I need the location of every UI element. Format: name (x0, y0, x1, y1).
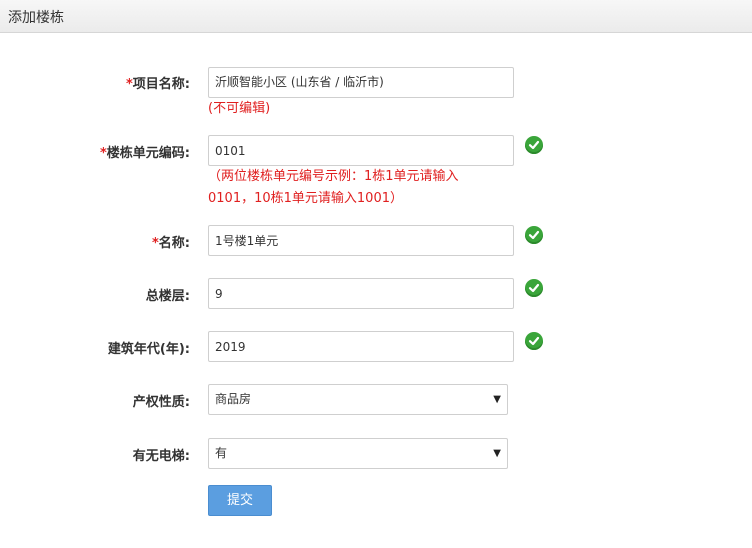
title-bar: 添加楼栋 (0, 0, 752, 33)
check-circle-icon (525, 279, 543, 297)
required-mark: * (99, 146, 107, 161)
check-circle-icon (525, 226, 543, 244)
required-mark: * (151, 236, 159, 251)
caret-down-icon: ▼ (493, 448, 501, 459)
page-title: 添加楼栋 (8, 10, 64, 26)
total-floors-label: 总楼层: (145, 289, 190, 304)
elevator-select[interactable]: 有 ▼ (208, 438, 508, 469)
required-mark: * (125, 77, 133, 92)
property-type-label: 产权性质: (132, 395, 190, 410)
submit-button[interactable]: 提交 (208, 485, 272, 516)
name-label: *名称: (151, 236, 190, 251)
build-year-label: 建筑年代(年): (107, 342, 190, 357)
unit-code-input[interactable] (208, 135, 514, 166)
elevator-value: 有 (215, 446, 228, 460)
unit-code-hint-2: 0101，10栋1单元请输入1001） (208, 191, 403, 206)
project-name-field: 沂顺智能小区 (山东省 / 临沂市) (208, 67, 514, 98)
total-floors-input[interactable] (208, 278, 514, 309)
caret-down-icon: ▼ (493, 394, 501, 405)
project-readonly-note: (不可编辑) (208, 101, 271, 116)
property-type-select[interactable]: 商品房 ▼ (208, 384, 508, 415)
check-circle-icon (525, 136, 543, 154)
check-circle-icon (525, 332, 543, 350)
unit-code-label: *楼栋单元编码: (99, 146, 190, 161)
elevator-label: 有无电梯: (132, 449, 190, 464)
unit-code-hint-1: （两位楼栋单元编号示例：1栋1单元请输入 (208, 169, 459, 184)
name-input[interactable] (208, 225, 514, 256)
property-type-value: 商品房 (215, 392, 252, 406)
project-label: *项目名称: (125, 77, 190, 92)
build-year-input[interactable] (208, 331, 514, 362)
